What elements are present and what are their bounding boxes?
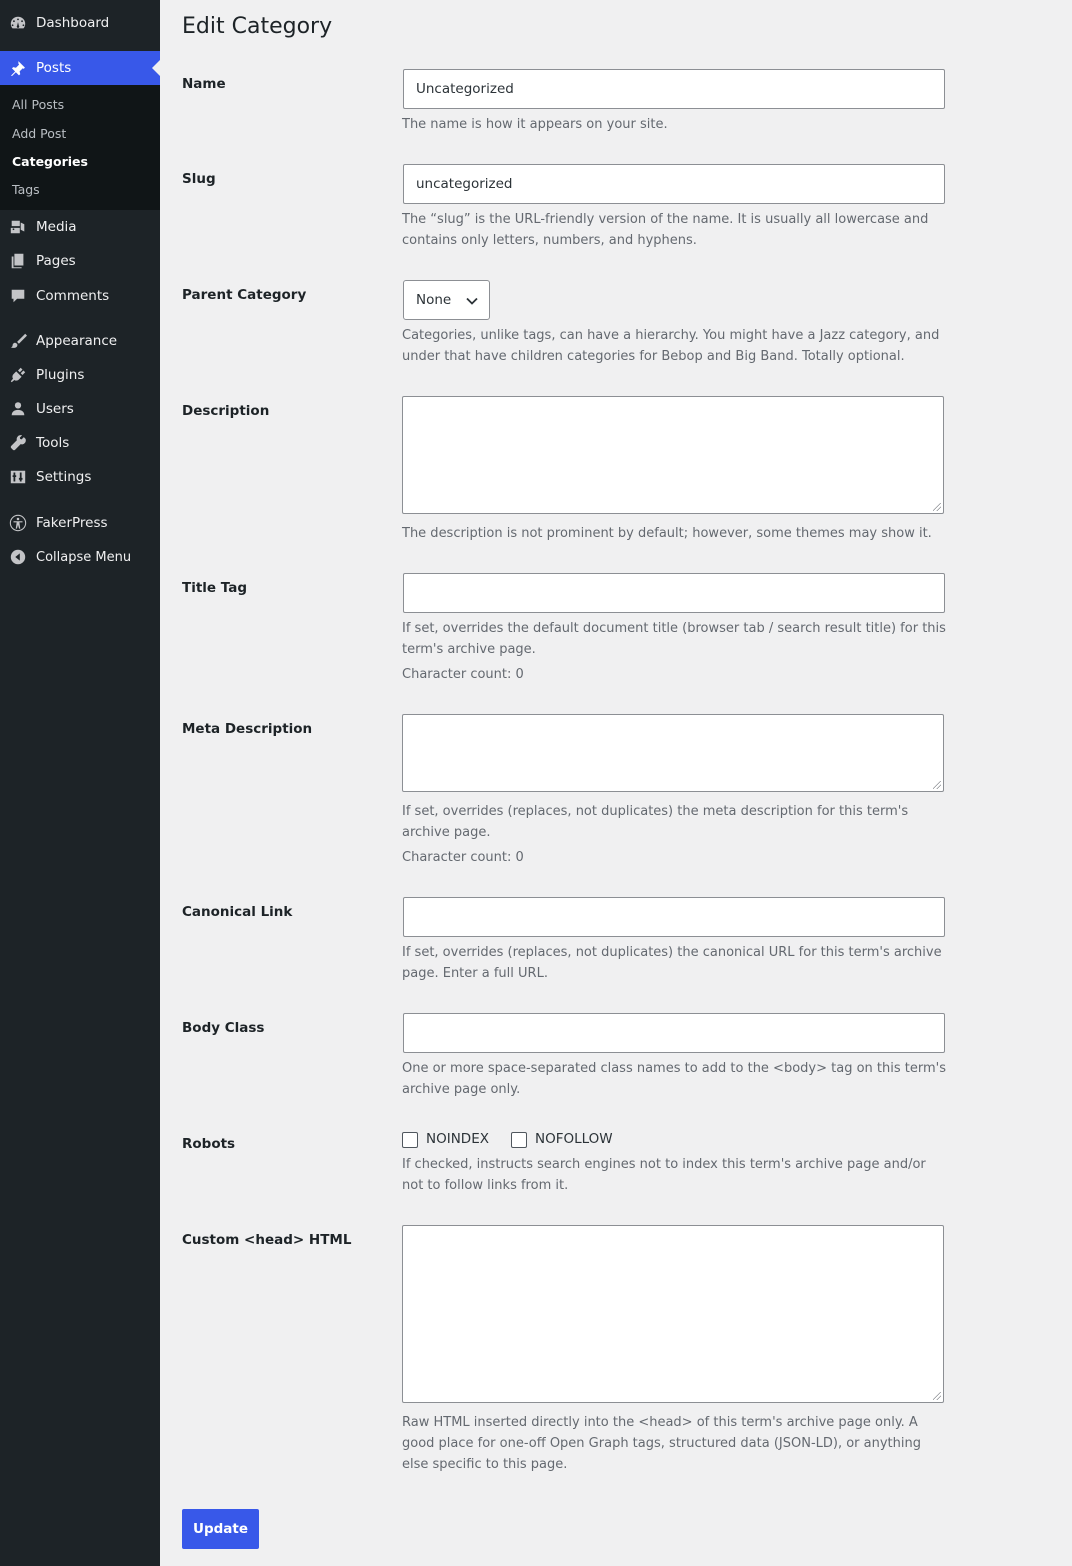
name-help: The name is how it appears on your site. [402,117,668,132]
canonical-link-label: Canonical Link [182,904,293,920]
collapse-arrow-icon [8,547,28,567]
description-help: The description is not prominent by defa… [402,526,932,541]
menu-fakerpress[interactable]: FakerPress [0,506,160,540]
noindex-label[interactable]: NOINDEX [426,1131,489,1147]
slug-help: The “slug” is the URL-friendly version o… [402,212,929,248]
menu-media[interactable]: Media [0,210,160,244]
submenu-tags[interactable]: Tags [12,182,40,197]
comment-bubble-icon [8,286,28,306]
name-input[interactable]: Uncategorized [403,69,945,109]
parent-category-help: Categories, unlike tags, can have a hier… [402,328,940,364]
menu-media-label: Media [36,219,77,235]
chevron-down-icon [466,297,478,305]
name-value: Uncategorized [416,81,514,97]
dashboard-icon [8,13,28,33]
media-icon [8,217,28,237]
menu-users-label: Users [36,401,74,417]
slug-input[interactable]: uncategorized [403,164,945,204]
custom-head-html-label: Custom <head> HTML [182,1232,352,1248]
name-label: Name [182,76,226,92]
slug-value: uncategorized [416,176,513,192]
title-tag-char-count: Character count: 0 [402,667,524,682]
plugin-icon [8,365,28,385]
parent-category-label: Parent Category [182,287,307,303]
pages-icon [8,251,28,271]
menu-tools[interactable]: Tools [0,426,160,460]
parent-category-select[interactable]: None [403,280,490,320]
user-icon [8,399,28,419]
page-title: Edit Category [182,14,333,39]
submenu-add-post[interactable]: Add Post [12,126,66,141]
nofollow-label[interactable]: NOFOLLOW [535,1131,613,1147]
body-class-label: Body Class [182,1020,265,1036]
menu-dashboard[interactable]: Dashboard [0,6,160,40]
noindex-checkbox[interactable] [402,1132,418,1148]
description-textarea[interactable] [402,396,944,514]
menu-pages-label: Pages [36,253,76,269]
meta-description-label: Meta Description [182,721,313,737]
posts-submenu: All Posts Add Post Categories Tags [0,85,160,210]
meta-description-textarea[interactable] [402,714,944,792]
menu-posts-label: Posts [36,60,72,76]
pushpin-icon [8,58,28,78]
robots-help: If checked, instructs search engines not… [402,1157,926,1193]
submenu-all-posts[interactable]: All Posts [12,97,64,112]
meta-description-char-count: Character count: 0 [402,850,524,865]
menu-posts[interactable]: Posts [0,51,160,85]
title-tag-label: Title Tag [182,580,248,596]
canonical-link-input[interactable] [403,897,945,937]
menu-plugins[interactable]: Plugins [0,358,160,392]
title-tag-help: If set, overrides the default document t… [402,621,946,657]
menu-dashboard-label: Dashboard [36,15,110,31]
collapse-menu-label: Collapse Menu [36,549,132,565]
custom-head-html-textarea[interactable] [402,1225,944,1403]
parent-category-value: None [416,292,452,308]
body-class-input[interactable] [403,1013,945,1053]
menu-comments[interactable]: Comments [0,279,160,313]
description-label: Description [182,403,270,419]
menu-settings-label: Settings [36,469,92,485]
submenu-categories[interactable]: Categories [12,154,88,169]
admin-sidebar: Dashboard Posts All Posts Add Post Categ… [0,0,160,1566]
menu-settings[interactable]: Settings [0,460,160,494]
wrench-icon [8,433,28,453]
menu-plugins-label: Plugins [36,367,85,383]
update-button[interactable]: Update [182,1509,259,1549]
menu-users[interactable]: Users [0,392,160,426]
settings-sliders-icon [8,467,28,487]
body-class-help: One or more space-separated class names … [402,1061,946,1097]
fakerpress-icon [8,513,28,533]
robots-label: Robots [182,1136,236,1152]
menu-comments-label: Comments [36,288,110,304]
menu-tools-label: Tools [36,435,70,451]
custom-head-html-help: Raw HTML inserted directly into the <hea… [402,1415,921,1472]
nofollow-checkbox[interactable] [511,1132,527,1148]
menu-fakerpress-label: FakerPress [36,515,108,531]
menu-pages[interactable]: Pages [0,244,160,278]
collapse-menu-button[interactable]: Collapse Menu [0,540,160,574]
paintbrush-icon [8,331,28,351]
menu-appearance[interactable]: Appearance [0,324,160,358]
menu-appearance-label: Appearance [36,333,118,349]
slug-label: Slug [182,171,216,187]
meta-description-help: If set, overrides (replaces, not duplica… [402,804,909,840]
canonical-link-help: If set, overrides (replaces, not duplica… [402,945,942,981]
title-tag-input[interactable] [403,573,945,613]
